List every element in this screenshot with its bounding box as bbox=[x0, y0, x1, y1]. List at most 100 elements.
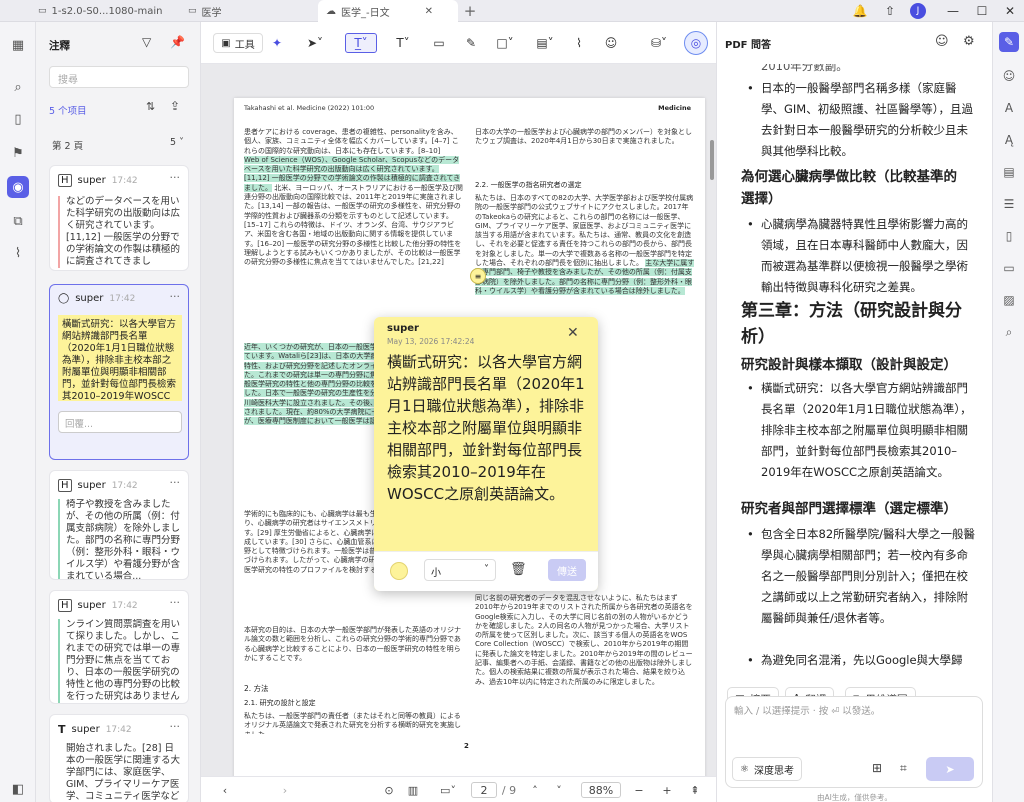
send-icon[interactable]: ➤ bbox=[926, 757, 974, 781]
page-group-toggle[interactable]: 5 ˅ bbox=[170, 137, 184, 148]
summary-icon[interactable]: Ą bbox=[999, 130, 1019, 150]
cloud-icon: ☁ bbox=[326, 5, 336, 17]
note-textarea[interactable]: 橫斷式研究：以各大學官方網站辨識部門長名單（2020年1月1日職位狀態為準），排… bbox=[387, 351, 591, 541]
shape-tool-icon[interactable]: □˅ bbox=[491, 33, 519, 53]
annotation-card-selected[interactable]: ◯ super 17:42 ··· 橫斷式研究：以各大學官方網站辨識部門長名單（20… bbox=[49, 284, 189, 460]
more-icon[interactable]: ··· bbox=[170, 596, 181, 609]
right-rail: ✎ ☺ A Ą ▤ ☰ ▯ ▭ ▨ ⌕ bbox=[992, 22, 1024, 802]
more-icon[interactable]: ··· bbox=[170, 171, 181, 184]
annotation-card[interactable]: Hsuper 17:42 ··· ンライン質問票調査を用いて探りました。しかし、こ… bbox=[49, 590, 189, 704]
book-icon[interactable]: ▯ bbox=[999, 226, 1019, 246]
emoji-icon[interactable]: ☺ bbox=[999, 66, 1019, 86]
zoom-out-icon[interactable]: − bbox=[631, 782, 647, 798]
chat-icon[interactable]: ✎ bbox=[999, 32, 1019, 52]
pin-icon[interactable]: 📌 bbox=[170, 35, 185, 49]
minimize-icon[interactable]: — bbox=[943, 2, 963, 20]
note-popup[interactable]: super May 13, 2026 17:42:24 ✕ 橫斷式研究：以各大學… bbox=[374, 317, 598, 591]
smile-icon[interactable]: ☺ bbox=[935, 34, 949, 49]
page-icon[interactable]: ▯ bbox=[7, 108, 29, 130]
collapse-icon[interactable]: ⇞ bbox=[687, 782, 703, 798]
size-select[interactable]: 小 ˅ bbox=[424, 559, 496, 581]
ai-assistant-icon[interactable]: ◎ bbox=[684, 31, 708, 55]
ai-sparkle-icon[interactable]: ✦ bbox=[267, 33, 287, 53]
tools-button[interactable]: ▣ 工具 bbox=[213, 33, 263, 53]
annotation-card[interactable]: Hsuper 17:42 ··· などのデータベースを用いた科学研究の出版動向は広… bbox=[49, 165, 189, 271]
more-icon[interactable]: ··· bbox=[170, 290, 181, 303]
page-nav-bar: ‹ › ⊙ ▥ ▭˅ 2 / 9 ˄ ˅ 88% − + ⇞ bbox=[201, 776, 716, 802]
text-tool-icon[interactable]: T˅ bbox=[389, 33, 417, 53]
select-tool-icon[interactable]: ➤˅ bbox=[301, 33, 329, 53]
maximize-icon[interactable]: ☐ bbox=[972, 2, 992, 20]
search-icon[interactable]: ⌕ bbox=[7, 76, 29, 98]
pen-icon[interactable]: ✎ bbox=[461, 33, 481, 53]
pdf-icon: ▭ bbox=[188, 6, 197, 16]
new-tab-button[interactable]: + bbox=[460, 2, 480, 20]
scan-icon[interactable]: ⌗ bbox=[900, 761, 907, 776]
delete-icon[interactable]: 🗑 bbox=[510, 562, 527, 577]
chevron-down-icon[interactable]: ˅ bbox=[551, 782, 567, 798]
comment-tool-icon[interactable]: ▭ bbox=[429, 33, 449, 53]
chevron-down-icon: ˅ bbox=[484, 564, 489, 575]
folder-icon[interactable]: ▭ bbox=[999, 258, 1019, 278]
upload-icon[interactable]: ⇧ bbox=[880, 2, 900, 20]
more-icon[interactable]: ··· bbox=[170, 720, 181, 733]
comment-icon[interactable]: ◉ bbox=[7, 176, 29, 198]
filter-icon[interactable]: ▽ bbox=[142, 35, 151, 49]
sort-icon[interactable]: ⇅ bbox=[146, 100, 155, 113]
more-icon[interactable]: ··· bbox=[170, 476, 181, 489]
note-date: May 13, 2026 17:42:24 bbox=[387, 337, 475, 346]
zoom-in-icon[interactable]: + bbox=[659, 782, 675, 798]
attach-tool-icon[interactable]: ⌇ bbox=[569, 33, 589, 53]
image-add-icon[interactable]: ⊞ bbox=[872, 761, 882, 775]
dual-page-icon[interactable]: ▥ bbox=[405, 782, 421, 798]
measure-tool-icon[interactable]: ▤˅ bbox=[531, 33, 559, 53]
annotation-card[interactable]: Tsuper 17:42 ··· 開始されました。[28] 日本の一般医学に関連す… bbox=[49, 714, 189, 802]
note-icon[interactable]: ▤ bbox=[999, 162, 1019, 182]
avatar[interactable]: J bbox=[908, 2, 928, 20]
library-icon[interactable]: ◧ bbox=[7, 778, 29, 800]
stamp-tool-icon[interactable]: ⛁˅ bbox=[645, 33, 673, 53]
atom-icon: ⚛ bbox=[740, 763, 749, 775]
settings-sliders-icon[interactable]: ⚙ bbox=[963, 34, 975, 49]
section-heading: 2. 方法 bbox=[244, 684, 269, 693]
tab-2[interactable]: ▭ 医学 bbox=[180, 0, 230, 22]
doc-check-icon[interactable]: ▨ bbox=[999, 290, 1019, 310]
ocr-icon[interactable]: ⌕ bbox=[999, 322, 1019, 342]
bookmark-icon[interactable]: ⚑ bbox=[7, 142, 29, 164]
close-icon[interactable]: ✕ bbox=[567, 325, 579, 341]
chat-input[interactable]: 輸入 / 以選擇提示 · 按 ⏎ 以發送。 bbox=[734, 703, 880, 717]
reply-input[interactable]: 回覆... bbox=[58, 411, 182, 433]
annotation-search[interactable]: 搜尋 bbox=[49, 66, 189, 88]
chevron-right-icon[interactable]: › bbox=[277, 782, 293, 798]
chat-input-box[interactable]: 輸入 / 以選擇提示 · 按 ⏎ 以發送。 ⚛ 深度思考 ⊞ ⌗ ➤ bbox=[725, 696, 983, 788]
color-picker[interactable] bbox=[390, 562, 408, 580]
text-highlight-tool-icon[interactable]: T̲˅ bbox=[345, 33, 377, 53]
tab-1[interactable]: ▭ 1-s2.0-S0...1080-main bbox=[30, 0, 171, 22]
annotation-card[interactable]: Hsuper 17:42 ··· 椅子や教授を含みましたが、その他の所属（例：付属… bbox=[49, 470, 189, 580]
translate-icon[interactable]: A bbox=[999, 98, 1019, 118]
page-number: 2 bbox=[464, 742, 469, 750]
screen-icon[interactable]: ▭˅ bbox=[437, 782, 459, 798]
tab-3[interactable]: ☁ 医学_-日文 ✕ bbox=[318, 0, 458, 22]
sticker-icon[interactable]: ☺ bbox=[601, 33, 621, 53]
zoom-level[interactable]: 88% bbox=[581, 782, 621, 798]
grid-icon[interactable]: ▦ bbox=[7, 34, 29, 56]
note-author: super bbox=[387, 323, 419, 334]
chevron-left-icon[interactable]: ‹ bbox=[217, 782, 233, 798]
close-tab-icon[interactable]: ✕ bbox=[425, 6, 433, 17]
send-button[interactable]: 傳送 bbox=[548, 559, 586, 581]
chevron-up-icon[interactable]: ˄ bbox=[527, 782, 543, 798]
layers-icon[interactable]: ⧉ bbox=[7, 210, 29, 232]
page-group-label: 第 2 頁 bbox=[52, 141, 84, 152]
page-number-input[interactable]: 2 bbox=[471, 782, 497, 798]
column-1-para-1: 患者ケアにおける coverage、患者の複雑性、personalityを含み、… bbox=[244, 128, 463, 267]
bell-icon[interactable]: 🔔 bbox=[850, 2, 870, 20]
fit-page-icon[interactable]: ⊙ bbox=[381, 782, 397, 798]
list-icon[interactable]: ☰ bbox=[999, 194, 1019, 214]
scrollbar[interactable] bbox=[710, 140, 714, 180]
deep-think-toggle[interactable]: ⚛ 深度思考 bbox=[732, 757, 802, 781]
close-icon[interactable]: ✕ bbox=[1000, 2, 1020, 20]
attachment-icon[interactable]: ⌇ bbox=[7, 242, 29, 264]
note-marker-icon[interactable]: ≡ bbox=[470, 268, 486, 284]
export-icon[interactable]: ⇪ bbox=[170, 99, 180, 113]
